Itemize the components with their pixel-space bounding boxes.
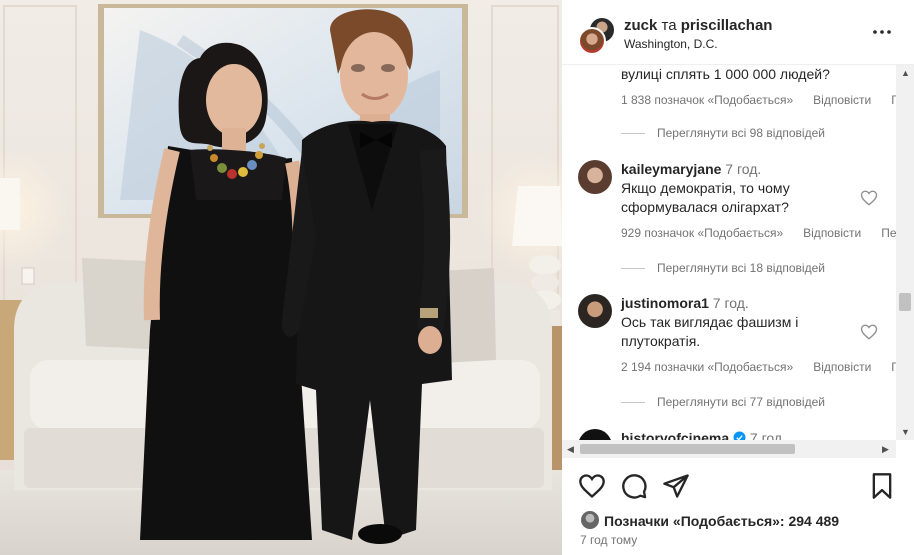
avatar-priscillachan[interactable] (578, 27, 606, 55)
author-priscillachan[interactable]: priscillachan (681, 17, 773, 34)
view-replies-label: Переглянути всі 18 відповідей (657, 261, 825, 275)
bookmark-icon[interactable] (868, 472, 896, 500)
divider-line (621, 402, 645, 404)
authors-joiner: та (661, 17, 677, 34)
post-header: zuck та priscillachan Washington, D.C. (562, 0, 914, 65)
comment-username[interactable]: justinomora1 (621, 295, 709, 311)
reply-button[interactable]: Відповісти (813, 360, 871, 374)
comment-header: historyofcinema 7 год. (621, 429, 786, 440)
post-authors: zuck та priscillachan (624, 17, 772, 34)
comment-text: вулиці сплять 1 000 000 людей? (621, 66, 830, 82)
likes-label: Позначки «Подобається»: 294 489 (604, 513, 840, 529)
divider-line (621, 133, 645, 135)
view-replies-label: Переглянути всі 98 відповідей (657, 126, 825, 140)
view-replies-label: Переглянути всі 77 відповідей (657, 395, 825, 409)
verified-badge-icon (733, 431, 746, 440)
comment-icon[interactable] (620, 472, 648, 500)
comment-likes[interactable]: 1 838 позначок «Подобається» (621, 93, 793, 107)
reply-button[interactable]: Відповісти (813, 93, 871, 107)
comments-horizontal-scrollbar[interactable]: ◀ ▶ (562, 440, 896, 458)
post-likes-count[interactable]: Позначки «Подобається»: 294 489 (580, 510, 839, 530)
comment-meta: 1 838 позначок «Подобається» Відповісти Г (621, 93, 896, 107)
comment-header: kaileymaryjane 7 год. (621, 160, 761, 179)
instagram-post-view: zuck та priscillachan Washington, D.C. в… (0, 0, 914, 555)
comment-time[interactable]: 7 год. (750, 430, 786, 440)
post-action-bar (562, 466, 914, 506)
comment-text-line: Ось так виглядає фашизм і (621, 314, 799, 330)
comments-list[interactable]: вулиці сплять 1 000 000 людей? 1 838 поз… (562, 65, 896, 440)
vertical-scroll-thumb[interactable] (899, 293, 911, 311)
author-avatars[interactable] (578, 16, 616, 55)
scroll-down-arrow-icon[interactable]: ▼ (901, 427, 910, 437)
comment-time[interactable]: 7 год. (725, 161, 761, 177)
view-replies-button[interactable]: Переглянути всі 77 відповідей (621, 395, 825, 409)
comment-meta-extra[interactable]: Пе (881, 226, 896, 240)
reply-button[interactable]: Відповісти (803, 226, 861, 240)
comment-header: justinomora1 7 год. (621, 294, 749, 313)
divider-line (621, 268, 645, 270)
scroll-left-arrow-icon[interactable]: ◀ (567, 444, 574, 455)
comment-likes[interactable]: 2 194 позначки «Подобається» (621, 360, 793, 374)
comment-text-line: плутократія. (621, 333, 701, 349)
comment-text-line: Якщо демократія, то чому (621, 180, 790, 196)
comment-time[interactable]: 7 год. (713, 295, 749, 311)
comment-meta: 2 194 позначки «Подобається» Відповісти Г (621, 360, 896, 374)
post-photo[interactable] (0, 0, 562, 555)
comment-username[interactable]: historyofcinema (621, 430, 729, 440)
horizontal-scroll-thumb[interactable] (580, 444, 795, 454)
avatar-historyofcinema[interactable] (578, 429, 612, 440)
share-icon[interactable] (662, 472, 690, 500)
comment-likes[interactable]: 929 позначок «Подобається» (621, 226, 783, 240)
view-replies-button[interactable]: Переглянути всі 98 відповідей (621, 126, 825, 140)
photo-illustration (0, 0, 562, 555)
comment-meta: 929 позначок «Подобається» Відповісти Пе (621, 226, 896, 240)
avatar-kaileymaryjane[interactable] (578, 160, 612, 194)
scroll-up-arrow-icon[interactable]: ▲ (901, 68, 910, 78)
liker-avatar (580, 510, 600, 530)
comment-heart-icon[interactable] (860, 323, 878, 341)
heart-icon[interactable] (578, 472, 606, 500)
comment-username[interactable]: kaileymaryjane (621, 161, 721, 177)
avatar-justinomora1[interactable] (578, 294, 612, 328)
author-zuck[interactable]: zuck (624, 17, 657, 34)
comment-text-line: сформувалася олігархат? (621, 199, 789, 215)
post-location[interactable]: Washington, D.C. (624, 37, 718, 51)
more-horizontal-icon[interactable] (870, 20, 894, 44)
view-replies-button[interactable]: Переглянути всі 18 відповідей (621, 261, 825, 275)
comments-vertical-scrollbar[interactable]: ▲ ▼ (896, 65, 914, 440)
post-timestamp[interactable]: 7 год тому (580, 533, 637, 547)
comment-heart-icon[interactable] (860, 189, 878, 207)
scroll-right-arrow-icon[interactable]: ▶ (882, 444, 889, 455)
